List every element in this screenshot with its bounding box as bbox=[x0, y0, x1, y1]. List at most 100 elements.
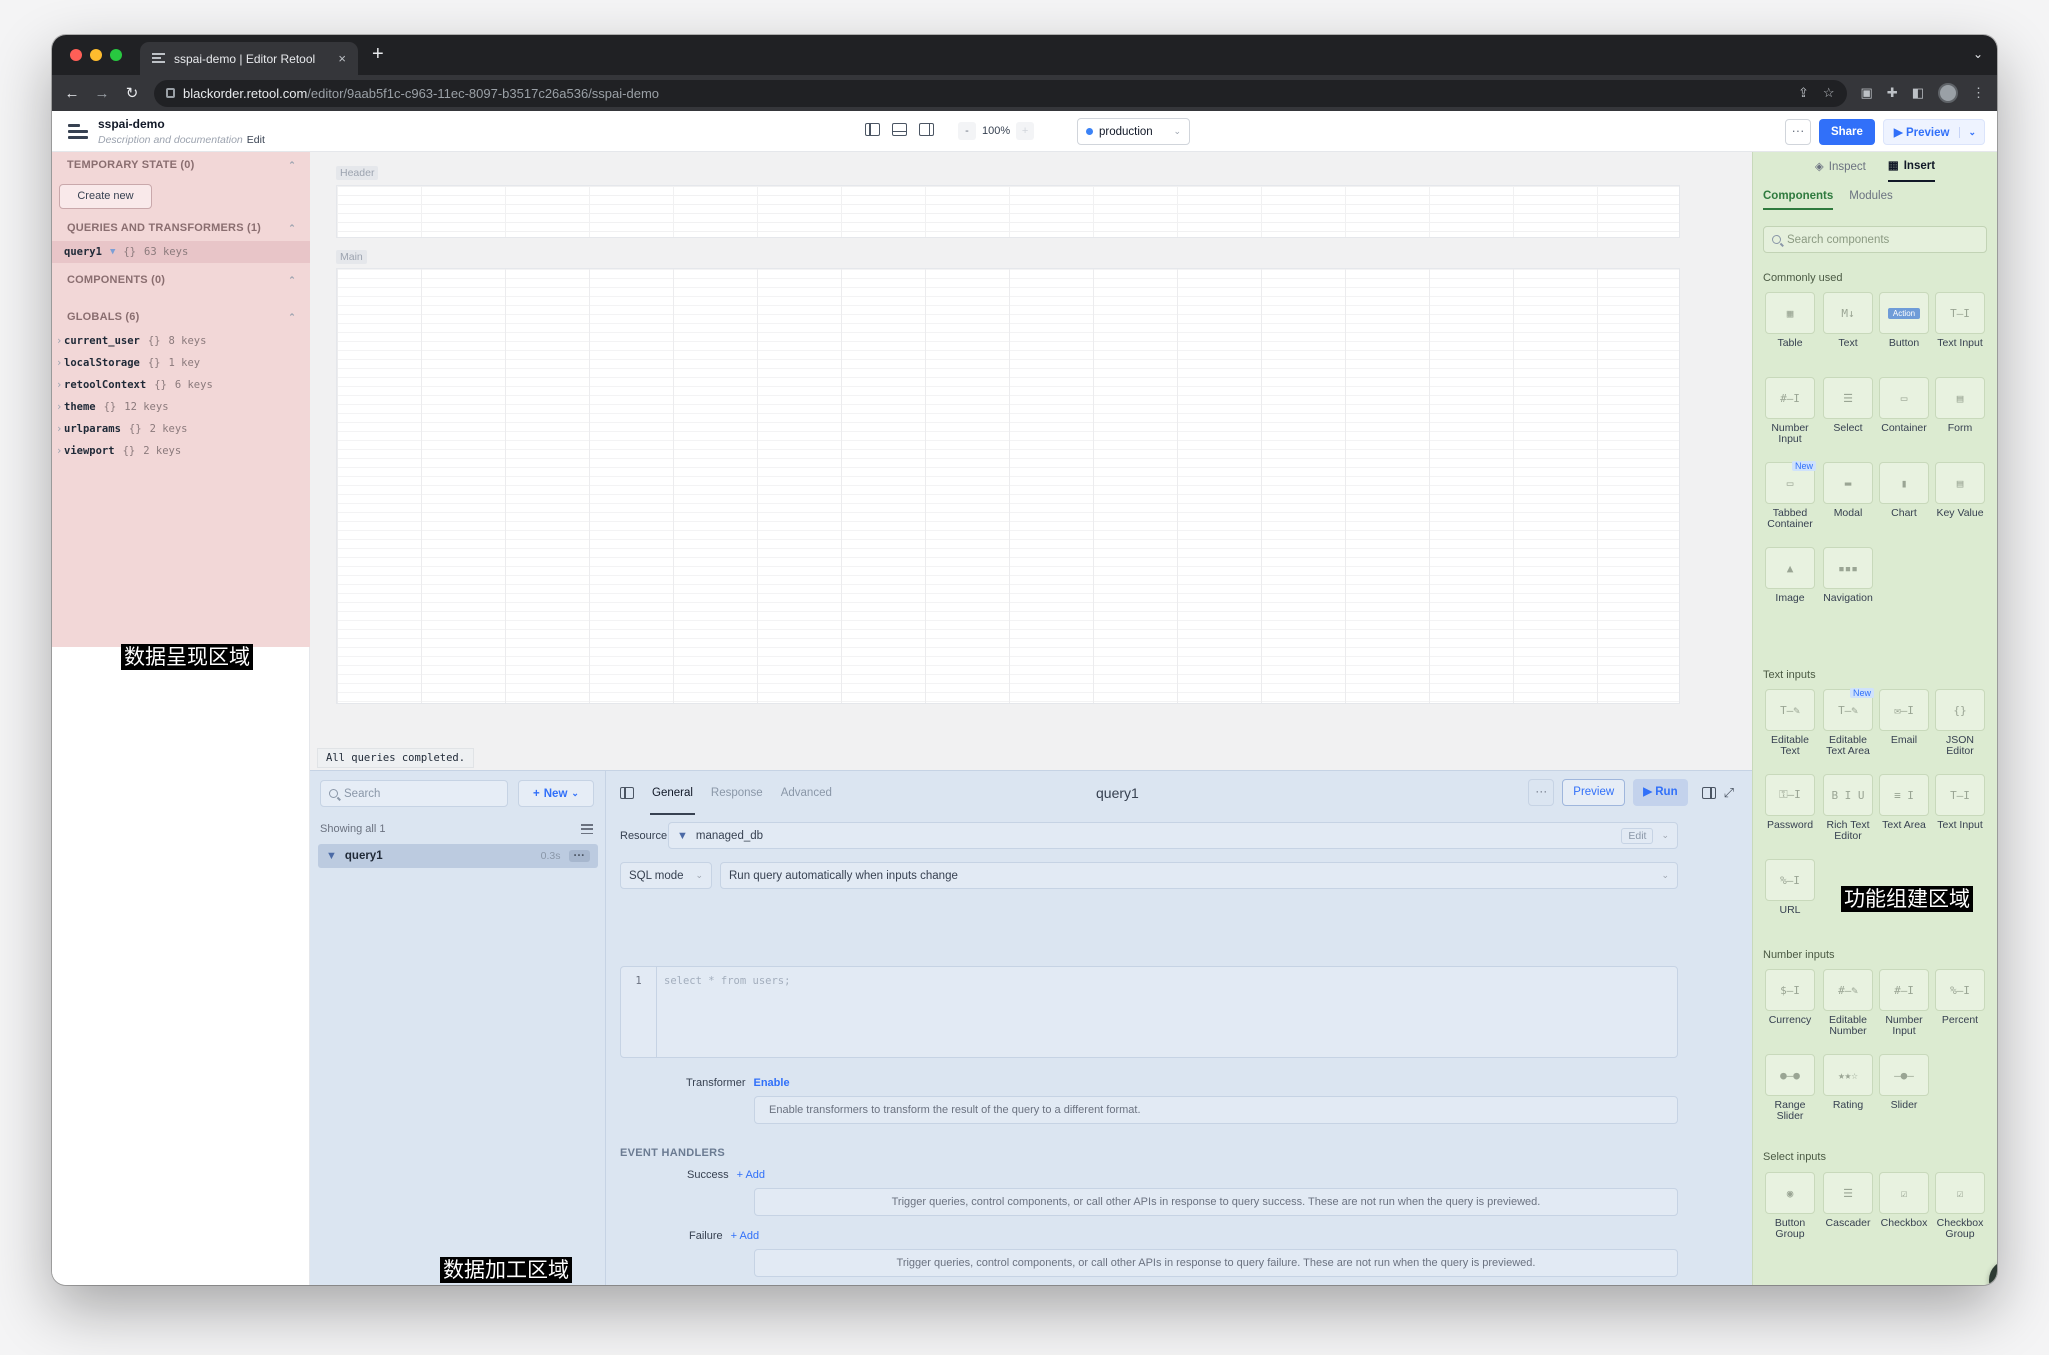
component-text-input[interactable]: T—I Text Input bbox=[1933, 774, 1987, 831]
address-bar[interactable]: blackorder.retool.com /editor/9aab5f1c-c… bbox=[154, 79, 1847, 107]
global-row[interactable]: viewport {} 2 keys bbox=[52, 440, 310, 462]
preview-label[interactable]: ▶ Preview bbox=[1884, 125, 1960, 139]
component-rating[interactable]: ★★☆ Rating bbox=[1821, 1054, 1875, 1111]
component-chart[interactable]: ▮ Chart bbox=[1877, 462, 1931, 519]
enable-transformer-link[interactable]: Enable bbox=[754, 1077, 790, 1089]
component-editable-text[interactable]: T—✎ Editable Text bbox=[1763, 689, 1817, 757]
toggle-right-panel-icon[interactable] bbox=[919, 123, 934, 136]
global-row[interactable]: localStorage {} 1 key bbox=[52, 352, 310, 374]
tab-modules[interactable]: Modules bbox=[1849, 190, 1892, 210]
query-item-menu-button[interactable]: ··· bbox=[568, 850, 590, 862]
collapse-caret-icon[interactable]: ⌃ bbox=[288, 312, 296, 323]
resource-select[interactable]: ▼ managed_db Edit ⌄ bbox=[668, 822, 1678, 849]
global-row[interactable]: theme {} 12 keys bbox=[52, 396, 310, 418]
component-number-input[interactable]: #—I Number Input bbox=[1763, 377, 1817, 445]
global-row[interactable]: urlparams {} 2 keys bbox=[52, 418, 310, 440]
component-button[interactable]: Action Button bbox=[1877, 292, 1931, 349]
browser-tab[interactable]: sspai-demo | Editor Retool × bbox=[140, 42, 358, 75]
component-range-slider[interactable]: ●—● Range Slider bbox=[1763, 1054, 1817, 1122]
new-query-button[interactable]: + New ⌄ bbox=[518, 780, 594, 807]
toggle-query-list-icon[interactable] bbox=[620, 787, 634, 799]
run-trigger-select[interactable]: Run query automatically when inputs chan… bbox=[720, 862, 1678, 889]
component-checkbox-group[interactable]: ☑ Checkbox Group bbox=[1933, 1172, 1987, 1240]
component-text-area[interactable]: ≡ I Text Area bbox=[1877, 774, 1931, 831]
share-page-icon[interactable]: ⇪ bbox=[1798, 85, 1809, 101]
component-navigation[interactable]: ▪▪▪ Navigation bbox=[1821, 547, 1875, 604]
new-tab-button[interactable]: + bbox=[372, 44, 384, 64]
tab-search-chevron-icon[interactable]: ⌄ bbox=[1973, 47, 1983, 61]
global-row[interactable]: current_user {} 8 keys bbox=[52, 330, 310, 352]
component-email[interactable]: ✉—I Email bbox=[1877, 689, 1931, 746]
component-currency[interactable]: $—I Currency bbox=[1763, 969, 1817, 1026]
query-list-item[interactable]: ▼ query1 0.3s ··· bbox=[318, 844, 598, 868]
component-json-editor[interactable]: {} JSON Editor bbox=[1933, 689, 1987, 757]
more-options-button[interactable]: ··· bbox=[1784, 119, 1811, 145]
component-modal[interactable]: ▬ Modal bbox=[1821, 462, 1875, 519]
component-button-group[interactable]: ◉ Button Group bbox=[1763, 1172, 1817, 1240]
puzzle-extensions-icon[interactable]: ✚ bbox=[1887, 85, 1898, 101]
component-select[interactable]: ☰ Select bbox=[1821, 377, 1875, 434]
tab-general[interactable]: General bbox=[650, 771, 695, 815]
main-drop-area[interactable] bbox=[336, 268, 1680, 704]
query-more-button[interactable]: ··· bbox=[1528, 779, 1555, 806]
header-drop-area[interactable] bbox=[336, 185, 1680, 238]
query-state-row[interactable]: query1 ▼ {} 63 keys bbox=[52, 241, 310, 263]
component-key-value[interactable]: ▤ Key Value bbox=[1933, 462, 1987, 519]
tab-advanced[interactable]: Advanced bbox=[779, 771, 834, 815]
toggle-bottom-panel-icon[interactable] bbox=[892, 123, 907, 136]
forward-arrow-icon[interactable]: → bbox=[94, 85, 110, 102]
component-checkbox[interactable]: ☑ Checkbox bbox=[1877, 1172, 1931, 1229]
components-section[interactable]: COMPONENTS (0) ⌃ bbox=[52, 269, 310, 291]
component-rich-text-editor[interactable]: B I U Rich Text Editor bbox=[1821, 774, 1875, 842]
sql-mode-select[interactable]: SQL mode ⌄ bbox=[620, 862, 712, 889]
preview-button[interactable]: ▶ Preview ⌄ bbox=[1882, 119, 1985, 145]
preview-chevron-icon[interactable]: ⌄ bbox=[1959, 126, 1984, 138]
zoom-out-button[interactable]: - bbox=[958, 122, 976, 140]
bookmark-star-icon[interactable]: ☆ bbox=[1823, 85, 1835, 101]
toggle-side-panel-icon[interactable] bbox=[1701, 786, 1716, 799]
tab-inspect[interactable]: ◈ Inspect bbox=[1815, 152, 1866, 182]
run-query-button[interactable]: ▶ Run bbox=[1633, 779, 1688, 806]
component-search-input[interactable]: Search components bbox=[1763, 226, 1987, 253]
component-tabbed-container[interactable]: ▭ New Tabbed Container bbox=[1763, 461, 1817, 530]
toggle-left-panel-icon[interactable] bbox=[865, 123, 880, 136]
component-table[interactable]: ▦ Table bbox=[1763, 292, 1817, 349]
component-password[interactable]: ⚿—I Password bbox=[1763, 774, 1817, 831]
component-number-input[interactable]: #—I Number Input bbox=[1877, 969, 1931, 1037]
collapse-caret-icon[interactable]: ⌃ bbox=[288, 160, 296, 171]
temporary-state-section[interactable]: TEMPORARY STATE (0) ⌃ bbox=[52, 154, 310, 176]
component-editable-text-area[interactable]: T—✎ New Editable Text Area bbox=[1821, 688, 1875, 757]
tab-close-icon[interactable]: × bbox=[338, 51, 346, 66]
tab-components[interactable]: Components bbox=[1763, 190, 1834, 210]
collapse-caret-icon[interactable]: ⌃ bbox=[288, 223, 296, 234]
collapse-caret-icon[interactable]: ⌃ bbox=[288, 275, 296, 286]
query-title[interactable]: query1 bbox=[1096, 785, 1139, 801]
component-slider[interactable]: —●— Slider bbox=[1877, 1054, 1931, 1111]
tab-insert[interactable]: ▦ Insert bbox=[1887, 152, 1936, 182]
extension-icon[interactable]: ▣ bbox=[1861, 85, 1873, 101]
edit-description-link[interactable]: Edit bbox=[247, 134, 265, 146]
environment-select[interactable]: production ⌄ bbox=[1077, 118, 1190, 145]
minimize-window-button[interactable] bbox=[90, 49, 102, 61]
browser-menu-icon[interactable]: ⋮ bbox=[1972, 85, 1985, 101]
share-button[interactable]: Share bbox=[1818, 119, 1875, 145]
component-cascader[interactable]: ☰ Cascader bbox=[1821, 1172, 1875, 1229]
app-name[interactable]: sspai-demo bbox=[98, 117, 265, 131]
global-row[interactable]: retoolContext {} 6 keys bbox=[52, 374, 310, 396]
globals-section[interactable]: GLOBALS (6) ⌃ bbox=[52, 306, 310, 328]
component-text[interactable]: M↓ Text bbox=[1821, 292, 1875, 349]
queries-section[interactable]: QUERIES AND TRANSFORMERS (1) ⌃ bbox=[52, 217, 310, 239]
component-form[interactable]: ▤ Form bbox=[1933, 377, 1987, 434]
add-failure-handler-link[interactable]: + Add bbox=[731, 1230, 759, 1242]
close-window-button[interactable] bbox=[70, 49, 82, 61]
edit-resource-button[interactable]: Edit bbox=[1621, 827, 1654, 844]
component-text-input[interactable]: T—I Text Input bbox=[1933, 292, 1987, 349]
component-percent[interactable]: %—I Percent bbox=[1933, 969, 1987, 1026]
tab-response[interactable]: Response bbox=[709, 771, 765, 815]
expand-icon[interactable]: ⤢ bbox=[1724, 785, 1734, 801]
side-panel-icon[interactable]: ◧ bbox=[1912, 85, 1924, 101]
retool-menu-icon[interactable] bbox=[68, 123, 88, 139]
zoom-in-button[interactable]: + bbox=[1016, 122, 1035, 140]
sql-code-editor[interactable]: 1 select * from users; bbox=[620, 966, 1678, 1058]
component-container[interactable]: ▭ Container bbox=[1877, 377, 1931, 434]
